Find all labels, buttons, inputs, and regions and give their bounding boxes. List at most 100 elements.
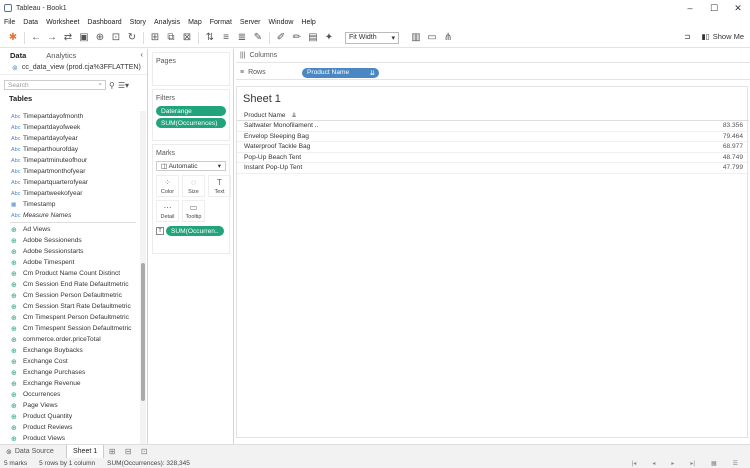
- measure-field[interactable]: ⊕ Cm Session End Rate Defaultmetric: [0, 279, 140, 290]
- menu-file[interactable]: File: [0, 19, 19, 26]
- measure-field[interactable]: ⊕ Page Views: [0, 400, 140, 411]
- new-dashboard-tab-icon[interactable]: ⊟: [120, 447, 136, 456]
- menu-server[interactable]: Server: [236, 19, 265, 26]
- list-view-icon[interactable]: ☰: [733, 460, 738, 467]
- dimension-field[interactable]: Abc Measure Names: [0, 210, 140, 221]
- columns-shelf[interactable]: ||| Columns: [236, 49, 750, 63]
- dimension-field[interactable]: Abc Timeparthourofday: [0, 144, 140, 155]
- share-icon[interactable]: ⋔: [441, 31, 455, 45]
- swap-rows-columns-icon[interactable]: ⇅: [203, 31, 217, 45]
- tab-sheet-1[interactable]: Sheet 1: [66, 444, 105, 459]
- filter-pill-occurrences[interactable]: SUM(Occurrences): [156, 118, 226, 128]
- rows-shelf[interactable]: ≡ Rows Product Name ⇊: [236, 66, 750, 80]
- fix-axes-icon[interactable]: ▤: [306, 31, 320, 45]
- collapse-pane-icon[interactable]: ‹: [140, 50, 143, 59]
- table-header[interactable]: Product Name ⇊: [237, 111, 749, 121]
- tab-data[interactable]: Data: [0, 51, 36, 60]
- dimension-field[interactable]: Abc Timepartquarterofyear: [0, 177, 140, 188]
- menu-help[interactable]: Help: [297, 19, 319, 26]
- measure-field[interactable]: ⊕ Exchange Buybacks: [0, 345, 140, 356]
- measure-field[interactable]: ⊕ Product Views: [0, 433, 140, 444]
- menu-map[interactable]: Map: [184, 19, 206, 26]
- measure-field[interactable]: ⊕ Cm Timespent Session Defaultmetric: [0, 323, 140, 334]
- new-datasource-icon[interactable]: ⊕: [93, 31, 107, 45]
- dimension-field[interactable]: Abc Timepartweekofyear: [0, 188, 140, 199]
- rows-pill-product-name[interactable]: Product Name ⇊: [302, 67, 379, 78]
- measure-field[interactable]: ⊕ Occurrences: [0, 389, 140, 400]
- menu-analysis[interactable]: Analysis: [150, 19, 184, 26]
- marks-pill-occurrences[interactable]: SUM(Occurren..: [166, 226, 224, 236]
- dimension-field[interactable]: Abc Timepartdayofyear: [0, 133, 140, 144]
- detail-button[interactable]: ⋯ Detail: [156, 200, 179, 222]
- scrollbar-thumb[interactable]: [141, 263, 145, 401]
- dimension-field[interactable]: Abc Timepartdayofweek: [0, 122, 140, 133]
- menu-dashboard[interactable]: Dashboard: [83, 19, 125, 26]
- show-me-button[interactable]: ⊐ ▮▯ Show Me: [684, 32, 744, 41]
- measure-field[interactable]: ⊕ Adobe Sessionends: [0, 235, 140, 246]
- dimension-field[interactable]: Abc Timepartminuteofhour: [0, 155, 140, 166]
- fit-dropdown[interactable]: Fit Width ▾: [345, 31, 399, 44]
- measure-field[interactable]: ⊕ Exchange Revenue: [0, 378, 140, 389]
- menu-worksheet[interactable]: Worksheet: [42, 19, 83, 26]
- filter-pill-daterange[interactable]: Daterange: [156, 106, 226, 116]
- measure-field[interactable]: ⊕ Cm Product Name Count Distinct: [0, 268, 140, 279]
- filter-icon[interactable]: ⚲: [109, 81, 115, 90]
- measure-field[interactable]: ⊕ Product Reviews: [0, 422, 140, 433]
- measure-field[interactable]: ⊕ Product Quantity: [0, 411, 140, 422]
- presentation-mode-icon[interactable]: ▭: [425, 31, 439, 45]
- table-row[interactable]: Pop-Up Beach Tent 48.749: [237, 153, 749, 163]
- menu-format[interactable]: Format: [206, 19, 236, 26]
- group-members-icon[interactable]: ✐: [274, 31, 288, 45]
- measure-field[interactable]: ⊕ Cm Session Person Defaultmetric: [0, 290, 140, 301]
- measure-field[interactable]: ⊕ commerce.order.priceTotal: [0, 334, 140, 345]
- table-row[interactable]: Saltwater Monofilament .. 83.356: [237, 121, 749, 132]
- pin-icon[interactable]: ✦: [322, 31, 336, 45]
- measure-field[interactable]: ⊕ Cm Session Start Rate Defaultmetric: [0, 301, 140, 312]
- new-story-tab-icon[interactable]: ⊡: [136, 447, 152, 456]
- table-row[interactable]: Instant Pop-Up Tent 47.799: [237, 163, 749, 174]
- close-icon[interactable]: ✕: [726, 0, 750, 16]
- dimension-field[interactable]: ▦ Timestamp: [0, 199, 140, 210]
- measure-field[interactable]: ⊕ Adobe Sessionstarts: [0, 246, 140, 257]
- next-page-icon[interactable]: ▸: [671, 460, 674, 467]
- color-button[interactable]: ⁘ Color: [156, 175, 179, 197]
- size-button[interactable]: ◌ Size: [182, 175, 205, 197]
- table-row[interactable]: Envelop Sleeping Bag 79.464: [237, 132, 749, 142]
- menu-data[interactable]: Data: [19, 19, 42, 26]
- view-options-icon[interactable]: ☰▾: [118, 81, 129, 90]
- pause-updates-icon[interactable]: ⊡: [109, 31, 123, 45]
- search-input[interactable]: Search ⌕: [4, 80, 106, 90]
- new-worksheet-tab-icon[interactable]: ⊞: [104, 447, 120, 456]
- menu-window[interactable]: Window: [265, 19, 298, 26]
- measure-field[interactable]: ⊕ Adobe Timespent: [0, 257, 140, 268]
- tooltip-button[interactable]: ▭ Tooltip: [182, 200, 205, 222]
- measure-field[interactable]: ⊕ Exchange Purchases: [0, 367, 140, 378]
- duplicate-sheet-icon[interactable]: ⧉: [164, 31, 178, 45]
- menu-story[interactable]: Story: [126, 19, 150, 26]
- show-cards-icon[interactable]: ▥: [409, 31, 423, 45]
- table-row[interactable]: Waterproof Tackle Bag 68.977: [237, 142, 749, 153]
- marks-type-dropdown[interactable]: ◫ Automatic ▾: [156, 161, 226, 171]
- datasource-item[interactable]: ⊚ cc_data_view (prod.cja%3FFLATTEN): [0, 61, 147, 75]
- replay-icon[interactable]: ⇄: [61, 31, 75, 45]
- highlight-icon[interactable]: ✎: [251, 31, 265, 45]
- tableau-logo-icon[interactable]: ✱: [6, 31, 20, 45]
- measure-field[interactable]: ⊕ Cm Timespent Person Defaultmetric: [0, 312, 140, 323]
- refresh-icon[interactable]: ↻: [125, 31, 139, 45]
- undo-icon[interactable]: ←: [29, 31, 43, 45]
- grid-view-icon[interactable]: ▦: [711, 460, 717, 467]
- field-list-scrollbar[interactable]: [140, 111, 146, 444]
- text-button[interactable]: T Text: [208, 175, 231, 197]
- dimension-field[interactable]: Abc Timepartmonthofyear: [0, 166, 140, 177]
- redo-icon[interactable]: →: [45, 31, 59, 45]
- first-page-icon[interactable]: |◂: [632, 460, 637, 467]
- tab-data-source[interactable]: ⊚ Data Source: [0, 448, 66, 456]
- sort-icon[interactable]: ⇊: [292, 112, 297, 119]
- prev-page-icon[interactable]: ◂: [652, 460, 655, 467]
- sort-descending-icon[interactable]: ≣: [235, 31, 249, 45]
- show-labels-icon[interactable]: ✏: [290, 31, 304, 45]
- clear-sheet-icon[interactable]: ⊠: [180, 31, 194, 45]
- last-page-icon[interactable]: ▸|: [690, 460, 695, 467]
- text-mark-icon[interactable]: T: [156, 227, 164, 235]
- maximize-icon[interactable]: ☐: [702, 0, 726, 16]
